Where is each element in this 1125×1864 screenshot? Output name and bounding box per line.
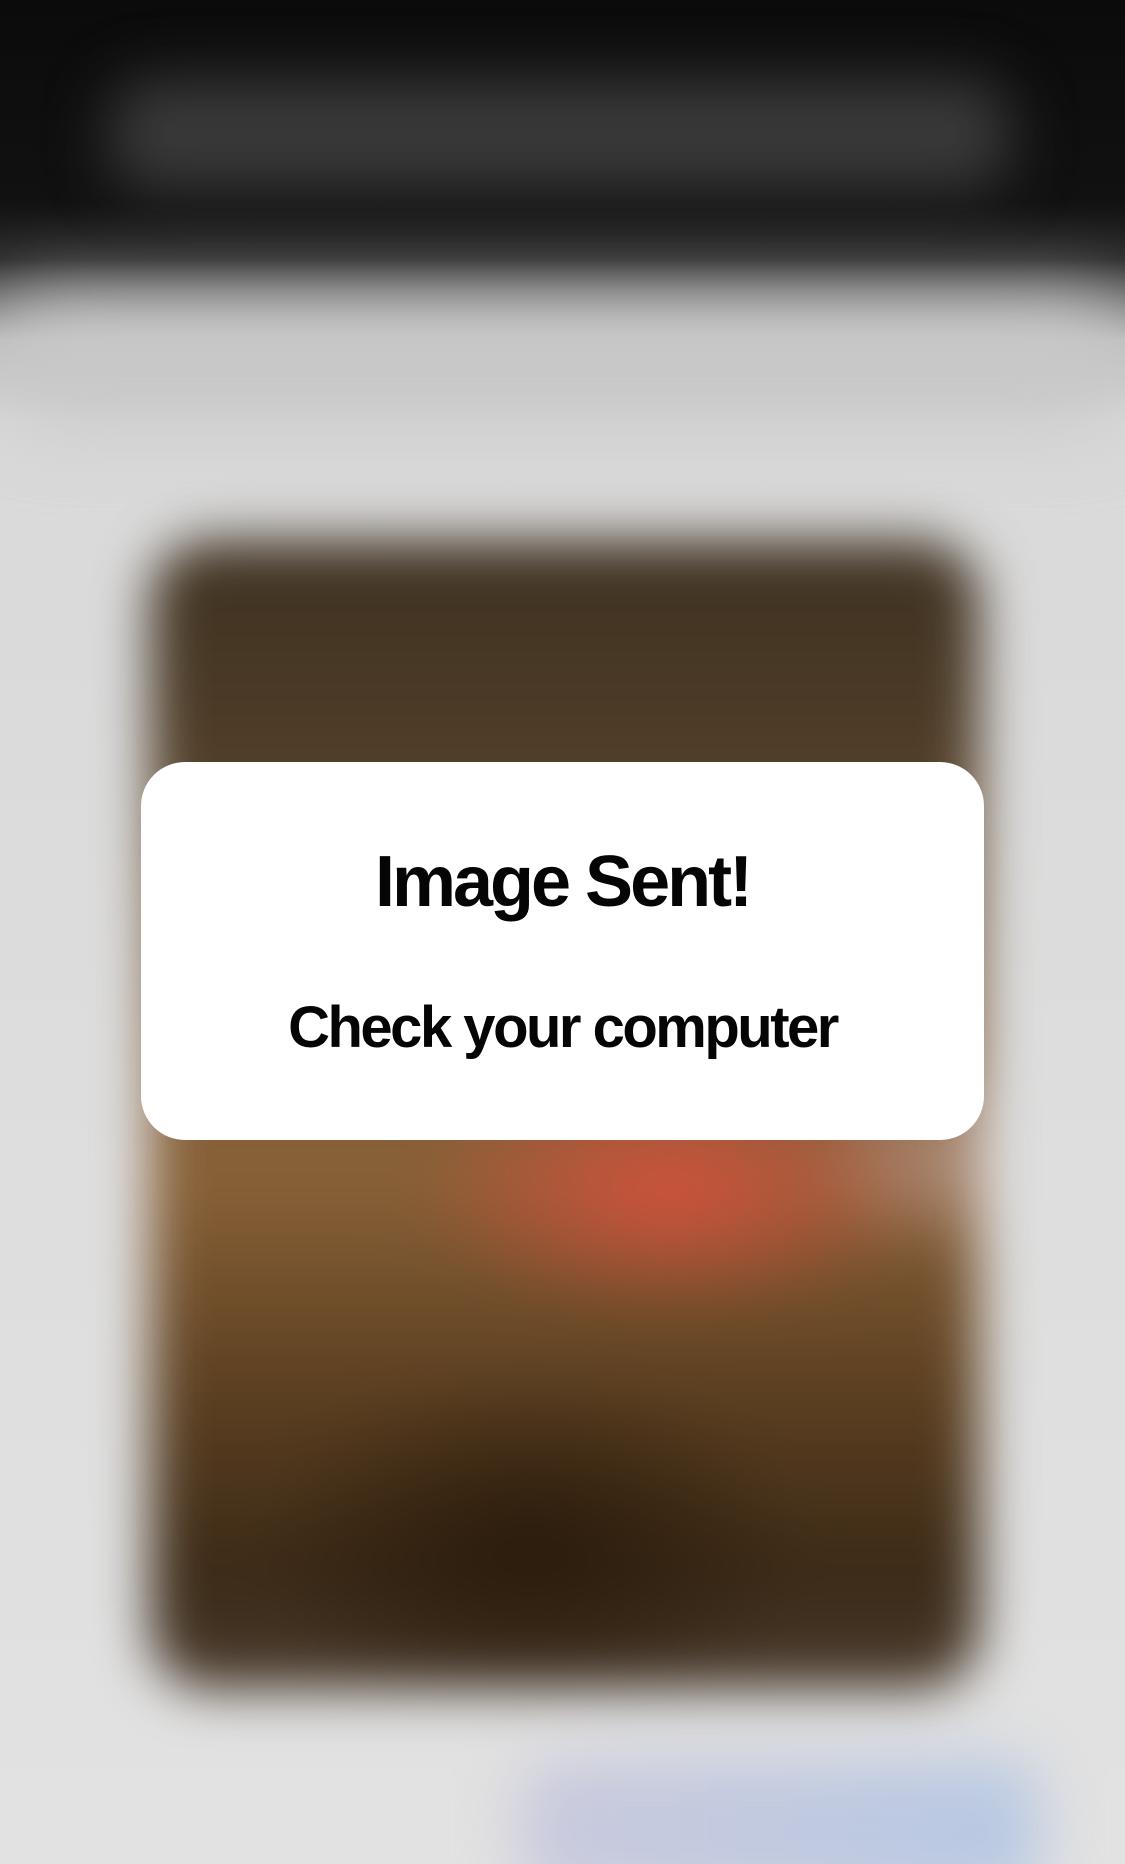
alert-message: Check your computer (288, 995, 839, 1060)
image-sent-alert[interactable]: Image Sent! Check your computer (141, 762, 984, 1140)
alert-title: Image Sent! (374, 842, 753, 922)
app-screen: Image Sent! Check your computer (0, 0, 1125, 1864)
blurred-toolbar-strip (0, 300, 1125, 420)
blurred-top-bar (110, 80, 1010, 190)
blurred-bottom-element (520, 1760, 1040, 1864)
